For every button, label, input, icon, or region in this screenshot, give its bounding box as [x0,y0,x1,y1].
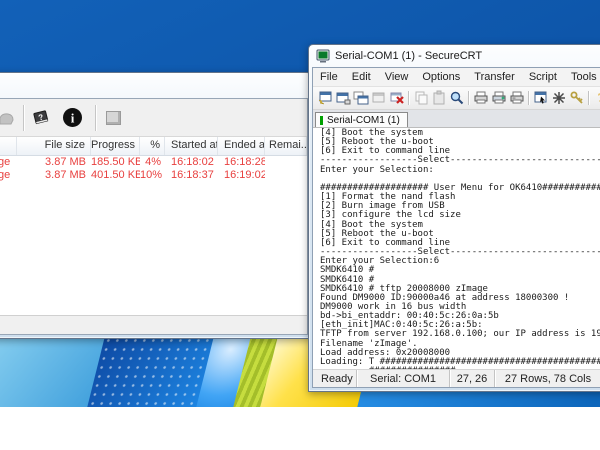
cell-started: 16:18:02 [165,156,218,169]
help-book-icon[interactable]: ? [29,109,53,126]
status-serial-port: Serial: COM1 [356,370,449,387]
tab-bar: Serial-COM1 (1) [313,110,600,128]
column-header-remaining[interactable]: Remai... [265,137,307,155]
securecrt-app-icon [316,49,330,63]
toolbar: ? [313,87,600,110]
table-row[interactable]: ge 3.87 MB 185.50 KB 4% 16:18:02 16:18:2… [0,156,307,169]
menu-view[interactable]: View [378,71,416,83]
tab-label: Serial-COM1 (1) [327,115,400,126]
svg-text:i: i [70,111,74,126]
cell-remaining [265,169,307,182]
help-icon[interactable]: ? [592,90,600,107]
cell-filesize: 3.87 MB [17,169,91,182]
menu-file[interactable]: File [313,71,345,83]
tftp-toolbar: ? i [0,99,307,137]
cell-filename: ge [0,169,17,182]
cell-filesize: 3.87 MB [17,156,91,169]
menu-edit[interactable]: Edit [345,71,378,83]
tftp-transfer-window: ? i File size Progress % Started at Ende… [0,72,312,339]
tool-disabled-icon [0,109,19,126]
key-icon[interactable] [568,90,586,107]
menu-bar: File Edit View Options Transfer Script T… [313,68,600,87]
tftp-status-bar [0,315,307,334]
session-options-icon[interactable] [550,90,568,107]
cell-filename: ge [0,156,17,169]
status-bar: Ready Serial: COM1 27, 26 27 Rows, 78 Co… [313,369,600,387]
menu-script[interactable]: Script [522,71,564,83]
tab-connected-indicator [320,116,323,125]
securecrt-window: Serial-COM1 (1) - SecureCRT File Edit Vi… [308,44,600,392]
toolbar-separator [95,105,97,131]
column-header-name[interactable] [0,137,17,155]
menu-tools[interactable]: Tools [564,71,600,83]
column-header-percent[interactable]: % [140,137,165,155]
about-info-icon[interactable]: i [59,109,85,126]
tab-serial-com1[interactable]: Serial-COM1 (1) [315,112,408,127]
toolbar-separator [528,91,530,105]
toolbar-separator [588,91,590,105]
screen: ? i File size Progress % Started at Ende… [0,0,600,450]
cell-percent: 10% [140,169,165,182]
toolbar-separator [408,91,410,105]
cell-progress: 185.50 KB [91,156,140,169]
print-selection-icon[interactable] [490,90,508,107]
status-cursor-position: 27, 26 [449,370,494,387]
toolbar-separator [468,91,470,105]
column-header-ended[interactable]: Ended at [218,137,265,155]
status-state: Ready [313,373,356,385]
cell-ended: 16:18:28 [218,156,265,169]
panel-toggle-icon[interactable] [106,111,121,125]
cell-remaining [265,156,307,169]
cell-ended: 16:19:02 [218,169,265,182]
table-row[interactable]: ge 3.87 MB 401.50 KB 10% 16:18:37 16:19:… [0,169,307,182]
status-grid-size: 27 Rows, 78 Cols [494,370,600,387]
connect-icon[interactable] [334,90,352,107]
transfer-table: File size Progress % Started at Ended at… [0,137,307,315]
column-header-progress[interactable]: Progress [91,137,140,155]
window-title: Serial-COM1 (1) - SecureCRT [335,50,482,62]
find-icon[interactable] [448,90,466,107]
reconnect-icon[interactable] [370,90,388,107]
properties-icon[interactable] [532,90,550,107]
cell-started: 16:18:37 [165,169,218,182]
print-preview-icon[interactable] [472,90,490,107]
quick-connect-icon[interactable] [316,90,334,107]
terminal-text: [4] Boot the system [5] Reboot the u-boo… [313,128,600,369]
paste-icon[interactable] [430,90,448,107]
column-header-filesize[interactable]: File size [17,137,91,155]
connect-in-tab-icon[interactable] [352,90,370,107]
column-header-started[interactable]: Started at [165,137,218,155]
cell-progress: 401.50 KB [91,169,140,182]
menu-options[interactable]: Options [415,71,467,83]
print-icon[interactable] [508,90,526,107]
cell-percent: 4% [140,156,165,169]
securecrt-client-area: File Edit View Options Transfer Script T… [312,67,600,388]
securecrt-title-bar[interactable]: Serial-COM1 (1) - SecureCRT [309,45,600,66]
toolbar-separator [23,105,25,131]
copy-icon[interactable] [412,90,430,107]
menu-transfer[interactable]: Transfer [467,71,522,83]
terminal-screen[interactable]: [4] Boot the system [5] Reboot the u-boo… [313,128,600,369]
disconnect-icon[interactable] [388,90,406,107]
transfer-table-header: File size Progress % Started at Ended at… [0,137,307,156]
tftp-title-bar[interactable] [0,73,311,97]
tftp-client-area: ? i File size Progress % Started at Ende… [0,98,308,335]
